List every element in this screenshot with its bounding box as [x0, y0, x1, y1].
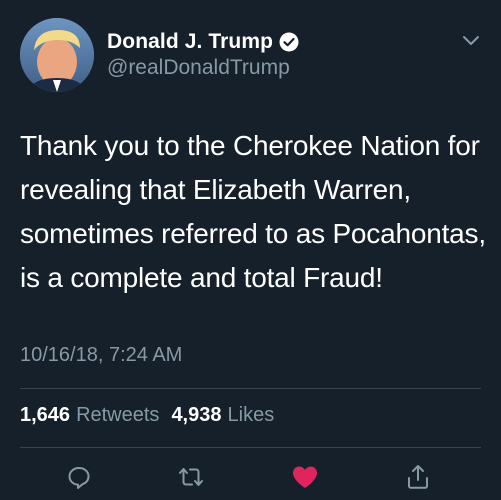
- reply-icon: [68, 467, 90, 489]
- likes-count[interactable]: 4,938: [171, 404, 221, 427]
- retweets-count[interactable]: 1,646: [20, 404, 70, 427]
- retweets-label[interactable]: Retweets: [76, 404, 159, 427]
- avatar-image: [20, 18, 94, 92]
- tweet-actions-bar: [0, 456, 501, 500]
- tweet-text: Thank you to the Cherokee Nation for rev…: [20, 130, 486, 293]
- reply-button[interactable]: [64, 462, 94, 492]
- divider: [20, 388, 481, 389]
- like-button[interactable]: [290, 462, 320, 492]
- likes-label[interactable]: Likes: [228, 404, 275, 427]
- heart-icon: [293, 466, 317, 488]
- retweet-button[interactable]: [176, 462, 206, 492]
- author-display-name[interactable]: Donald J. Trump: [107, 30, 273, 54]
- retweet-icon: [179, 468, 203, 486]
- author-name-row[interactable]: Donald J. Trump: [107, 28, 299, 56]
- share-button[interactable]: [403, 462, 433, 492]
- author-handle[interactable]: @realDonaldTrump: [107, 56, 290, 80]
- share-icon: [408, 465, 428, 489]
- verified-badge-icon: [279, 32, 299, 52]
- chevron-down-icon[interactable]: [461, 34, 481, 48]
- divider: [20, 447, 481, 448]
- tweet-stats: 1,646 Retweets 4,938 Likes: [20, 404, 274, 427]
- avatar[interactable]: [20, 18, 94, 92]
- tweet-timestamp[interactable]: 10/16/18, 7:24 AM: [20, 344, 182, 367]
